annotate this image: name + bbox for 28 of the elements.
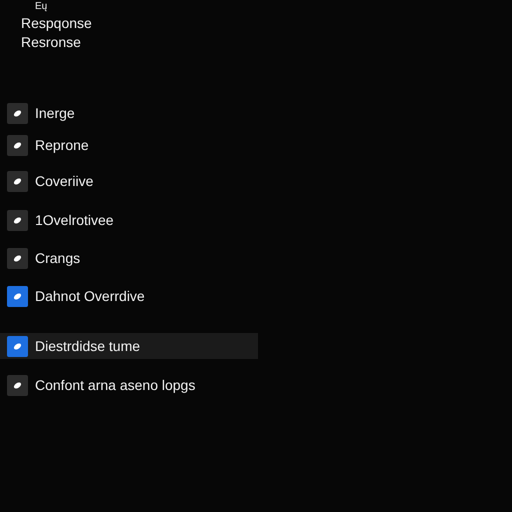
response-heading: Respqonse <box>21 16 92 30</box>
pill-icon <box>13 216 22 224</box>
option-icon-tile[interactable] <box>7 374 28 396</box>
option-label: Confont arna aseno lopgs <box>35 376 196 395</box>
option-icon-tile[interactable] <box>7 102 28 124</box>
pill-icon <box>13 342 22 350</box>
pill-icon <box>13 292 22 300</box>
option-label: Inerge <box>35 104 75 123</box>
option-icon-tile[interactable] <box>7 134 28 156</box>
pill-icon <box>13 382 22 388</box>
pill-icon <box>13 254 22 262</box>
option-icon-tile[interactable] <box>7 170 28 192</box>
pill-icon <box>13 110 22 116</box>
pill-icon <box>13 178 22 184</box>
option-icon-tile[interactable] <box>7 336 28 356</box>
option-label: Crangs <box>35 248 80 268</box>
response-heading: Resronse <box>21 35 81 49</box>
option-label: Dahnot Overrdive <box>35 286 145 306</box>
option-label: Coveriive <box>35 172 94 190</box>
option-icon-tile[interactable] <box>7 248 28 268</box>
option-icon-tile[interactable] <box>7 210 28 230</box>
header-mark: Eų <box>34 0 48 13</box>
option-label: 1Ovelrotivee <box>35 210 114 230</box>
highlighted-option-row[interactable]: Diestrdidse tume <box>0 333 258 359</box>
option-label: Reprone <box>35 136 89 155</box>
option-icon-tile[interactable] <box>7 286 28 306</box>
option-label: Diestrdidse tume <box>35 336 140 356</box>
pill-icon <box>13 142 22 148</box>
